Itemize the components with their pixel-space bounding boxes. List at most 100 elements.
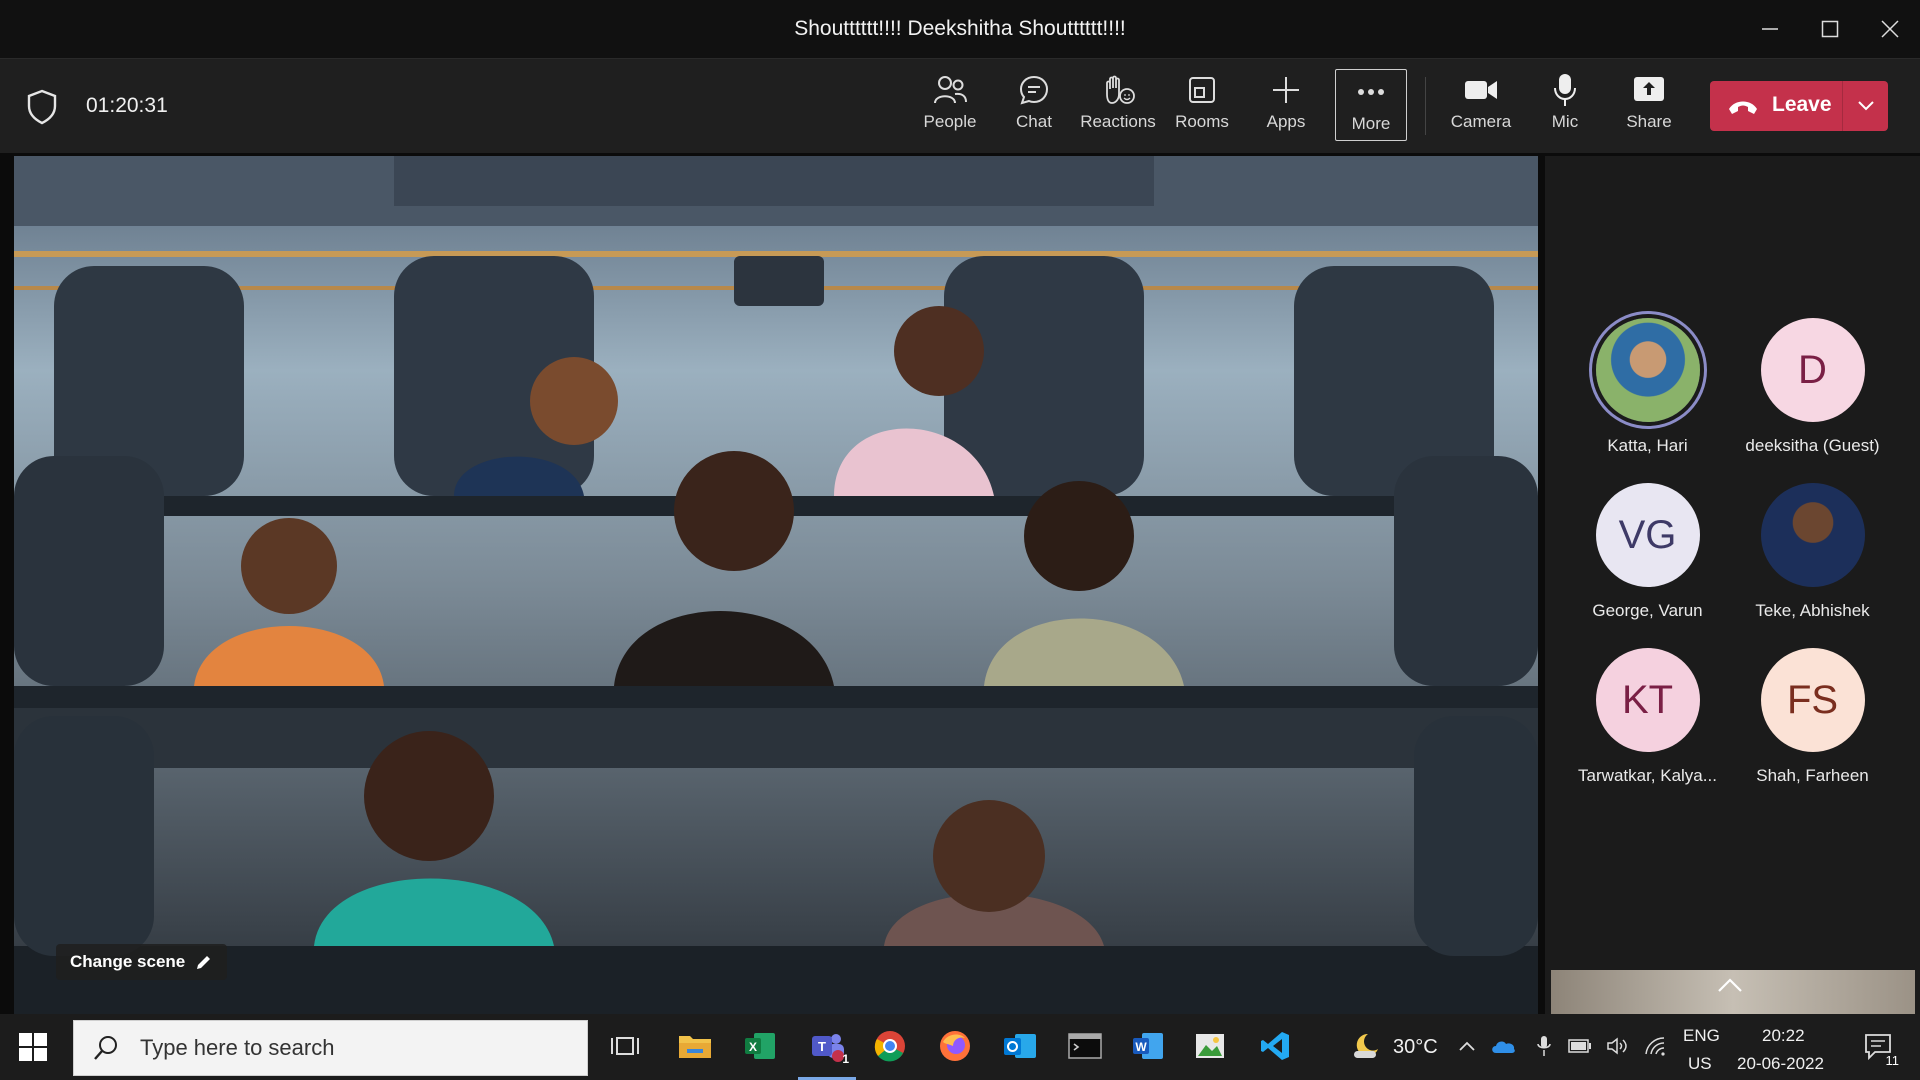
share-icon xyxy=(1631,72,1667,108)
file-explorer-icon[interactable] xyxy=(675,1026,715,1066)
apps-plus-icon xyxy=(1268,72,1304,108)
camera-label: Camera xyxy=(1450,112,1512,131)
language-indicator-top[interactable]: ENG xyxy=(1683,1026,1720,1046)
people-label: People xyxy=(923,112,977,131)
avatar: FS xyxy=(1760,648,1865,752)
leave-options-chevron-down-icon[interactable] xyxy=(1842,81,1888,131)
minimize-icon[interactable] xyxy=(1740,0,1800,58)
more-button[interactable]: More xyxy=(1335,69,1407,141)
camera-icon xyxy=(1463,72,1499,108)
rooms-icon xyxy=(1184,72,1220,108)
chrome-icon[interactable] xyxy=(870,1026,910,1066)
chat-label: Chat xyxy=(1016,112,1052,131)
avatar xyxy=(1760,483,1865,587)
participant-roster: Katta, Hari D deeksitha (Guest) VG Georg… xyxy=(1545,156,1920,1014)
reactions-button[interactable]: Reactions xyxy=(1079,68,1157,140)
camera-button[interactable]: Camera xyxy=(1442,68,1520,140)
participant-name: Teke, Abhishek xyxy=(1755,601,1870,620)
participant-name: Shah, Farheen xyxy=(1756,766,1869,785)
participant-name: Tarwatkar, Kalya... xyxy=(1578,766,1717,785)
window-controls xyxy=(1740,0,1920,58)
weather-temperature: 30°C xyxy=(1393,1036,1438,1058)
hang-up-icon xyxy=(1729,101,1757,114)
participant-tile[interactable]: FS Shah, Farheen xyxy=(1730,648,1895,798)
apps-button[interactable]: Apps xyxy=(1247,68,1325,140)
terminal-icon[interactable] xyxy=(1065,1026,1105,1066)
shield-icon[interactable] xyxy=(26,89,58,125)
title-bar: Shoutttttt!!!! Deekshitha Shoutttttt!!!! xyxy=(0,0,1920,58)
together-mode-stage: Change scene xyxy=(14,156,1538,1014)
search-icon xyxy=(94,1036,117,1060)
mic-button[interactable]: Mic xyxy=(1526,68,1604,140)
participant-tile[interactable]: Katta, Hari xyxy=(1565,318,1730,468)
change-scene-label: Change scene xyxy=(70,952,186,971)
participant-tile[interactable]: D deeksitha (Guest) xyxy=(1730,318,1895,468)
battery-icon[interactable] xyxy=(1565,1026,1595,1066)
firefox-icon[interactable] xyxy=(935,1026,975,1066)
word-icon[interactable]: W xyxy=(1128,1026,1168,1066)
windows-start-icon[interactable] xyxy=(18,1032,48,1062)
mic-icon xyxy=(1547,72,1583,108)
chat-button[interactable]: Chat xyxy=(995,68,1073,140)
wifi-icon[interactable] xyxy=(1640,1026,1672,1066)
people-icon xyxy=(932,72,968,108)
avatar: VG xyxy=(1595,483,1700,587)
leave-button[interactable]: Leave xyxy=(1710,81,1888,131)
apps-label: Apps xyxy=(1266,112,1306,131)
more-label: More xyxy=(1351,114,1391,133)
taskbar-search-box[interactable]: Type here to search xyxy=(73,1020,588,1076)
more-dots-icon xyxy=(1353,74,1389,110)
reactions-label: Reactions xyxy=(1080,112,1156,131)
pencil-icon xyxy=(197,956,211,969)
window-title: Shoutttttt!!!! Deekshitha Shoutttttt!!!! xyxy=(794,17,1126,40)
svg-text:T: T xyxy=(818,1039,826,1054)
clock-time[interactable]: 20:22 xyxy=(1762,1026,1805,1046)
chat-icon xyxy=(1016,72,1052,108)
reactions-icon xyxy=(1100,72,1136,108)
teams-badge: 1 xyxy=(842,1052,849,1066)
excel-icon[interactable]: X xyxy=(740,1026,780,1066)
mic-label: Mic xyxy=(1551,112,1579,131)
participant-name: deeksitha (Guest) xyxy=(1745,436,1880,455)
participant-tile[interactable]: Teke, Abhishek xyxy=(1730,483,1895,633)
avatar: D xyxy=(1760,318,1865,422)
participant-name: George, Varun xyxy=(1592,601,1703,620)
meeting-timer: 01:20:31 xyxy=(86,94,168,117)
volume-icon[interactable] xyxy=(1603,1026,1633,1066)
scene-background xyxy=(14,156,1538,1014)
search-placeholder: Type here to search xyxy=(140,1035,335,1060)
weather-moon-icon[interactable] xyxy=(1345,1026,1385,1066)
meeting-toolbar: 01:20:31 People Chat Reactions Rooms App… xyxy=(0,58,1920,153)
windows-taskbar: Type here to search X T 1 W 30°C ENG US … xyxy=(0,1014,1920,1080)
maximize-icon[interactable] xyxy=(1800,0,1860,58)
onedrive-cloud-icon[interactable] xyxy=(1488,1026,1518,1066)
microphone-tray-icon[interactable] xyxy=(1530,1026,1558,1066)
notification-count: 11 xyxy=(1883,1053,1901,1068)
avatar: KT xyxy=(1595,648,1700,752)
svg-text:X: X xyxy=(749,1040,757,1054)
share-button[interactable]: Share xyxy=(1610,68,1688,140)
toolbar-divider xyxy=(1425,77,1426,135)
rooms-button[interactable]: Rooms xyxy=(1163,68,1241,140)
language-indicator-bottom[interactable]: US xyxy=(1688,1054,1712,1074)
rooms-label: Rooms xyxy=(1175,112,1229,131)
teams-icon[interactable]: T 1 xyxy=(805,1026,851,1066)
chevron-up-icon[interactable] xyxy=(1455,1026,1479,1066)
people-button[interactable]: People xyxy=(911,68,989,140)
task-view-icon[interactable] xyxy=(605,1026,645,1066)
participant-tile[interactable]: KT Tarwatkar, Kalya... xyxy=(1565,648,1730,798)
vscode-icon[interactable] xyxy=(1255,1026,1295,1066)
clock-date[interactable]: 20-06-2022 xyxy=(1737,1054,1824,1074)
svg-text:W: W xyxy=(1135,1040,1147,1054)
share-label: Share xyxy=(1626,112,1672,131)
leave-label: Leave xyxy=(1772,93,1832,116)
image-viewer-icon[interactable] xyxy=(1190,1026,1230,1066)
avatar xyxy=(1595,318,1700,422)
participant-name: Katta, Hari xyxy=(1607,436,1688,455)
change-scene-button[interactable]: Change scene xyxy=(56,944,228,980)
close-icon[interactable] xyxy=(1860,0,1920,58)
chevron-up-icon[interactable] xyxy=(1717,976,1743,999)
participant-tile[interactable]: VG George, Varun xyxy=(1565,483,1730,633)
outlook-icon[interactable] xyxy=(1000,1026,1040,1066)
notifications-icon[interactable]: 11 xyxy=(1855,1026,1901,1068)
